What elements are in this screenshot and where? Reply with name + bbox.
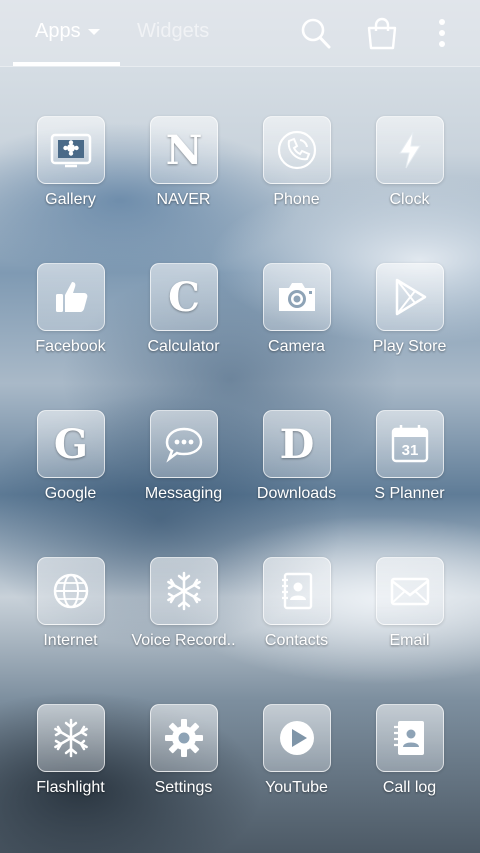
messaging-icon <box>165 427 203 463</box>
contacts-icon <box>282 572 313 610</box>
phone-icon <box>277 130 317 170</box>
app-label: Play Store <box>372 338 447 355</box>
gallery-tile <box>37 116 105 184</box>
gallery-icon <box>50 133 92 168</box>
app-naver[interactable]: N NAVER <box>127 116 240 226</box>
clock-tile <box>376 116 444 184</box>
app-call-log[interactable]: Call log <box>353 704 466 814</box>
app-s-planner[interactable]: 31 S Planner <box>353 410 466 520</box>
app-youtube[interactable]: YouTube <box>240 704 353 814</box>
globe-icon <box>53 573 89 609</box>
app-label: Clock <box>389 191 430 208</box>
app-facebook[interactable]: Facebook <box>14 263 127 373</box>
app-gallery[interactable]: Gallery <box>14 116 127 226</box>
app-internet[interactable]: Internet <box>14 557 127 667</box>
app-settings[interactable]: Settings <box>127 704 240 814</box>
app-messaging[interactable]: Messaging <box>127 410 240 520</box>
thumbs-up-icon <box>56 282 88 312</box>
google-icon: G <box>53 420 89 468</box>
call-log-icon <box>394 721 424 755</box>
downloads-icon: D <box>279 420 315 468</box>
flashlight-tile <box>37 704 105 772</box>
internet-tile <box>37 557 105 625</box>
app-label: Call log <box>382 779 437 796</box>
app-label: S Planner <box>374 485 445 502</box>
app-clock[interactable]: Clock <box>353 116 466 226</box>
app-voice-recorder[interactable]: Voice Record.. <box>127 557 240 667</box>
envelope-icon <box>390 577 430 606</box>
app-email[interactable]: Email <box>353 557 466 667</box>
snowflake-icon <box>167 571 201 611</box>
app-calculator[interactable]: C Calculator <box>127 263 240 373</box>
app-grid: Gallery N NAVER Phone Clock Facebook C C… <box>0 0 480 853</box>
calculator-tile: C <box>150 263 218 331</box>
settings-tile <box>150 704 218 772</box>
voice-recorder-tile <box>150 557 218 625</box>
play-store-icon <box>395 278 427 316</box>
downloads-tile: D <box>263 410 331 478</box>
app-camera[interactable]: Camera <box>240 263 353 373</box>
play-store-tile <box>376 263 444 331</box>
email-tile <box>376 557 444 625</box>
clock-icon <box>399 131 421 169</box>
call-log-tile <box>376 704 444 772</box>
facebook-tile <box>37 263 105 331</box>
app-phone[interactable]: Phone <box>240 116 353 226</box>
gear-icon <box>165 719 203 757</box>
camera-icon <box>279 283 315 311</box>
calendar-icon: 31 <box>391 425 429 463</box>
app-google[interactable]: G Google <box>14 410 127 520</box>
naver-tile: N <box>150 116 218 184</box>
phone-tile <box>263 116 331 184</box>
messaging-tile <box>150 410 218 478</box>
naver-icon: N <box>165 126 203 174</box>
app-play-store[interactable]: Play Store <box>353 263 466 373</box>
calendar-date: 31 <box>402 442 419 459</box>
play-button-icon <box>280 721 314 755</box>
app-flashlight[interactable]: Flashlight <box>14 704 127 814</box>
contacts-tile <box>263 557 331 625</box>
camera-tile <box>263 263 331 331</box>
app-label: Email <box>389 632 430 649</box>
calculator-icon: C <box>168 273 200 321</box>
google-tile: G <box>37 410 105 478</box>
s-planner-tile: 31 <box>376 410 444 478</box>
snowflake-icon <box>54 718 88 758</box>
app-contacts[interactable]: Contacts <box>240 557 353 667</box>
app-downloads[interactable]: D Downloads <box>240 410 353 520</box>
youtube-tile <box>263 704 331 772</box>
